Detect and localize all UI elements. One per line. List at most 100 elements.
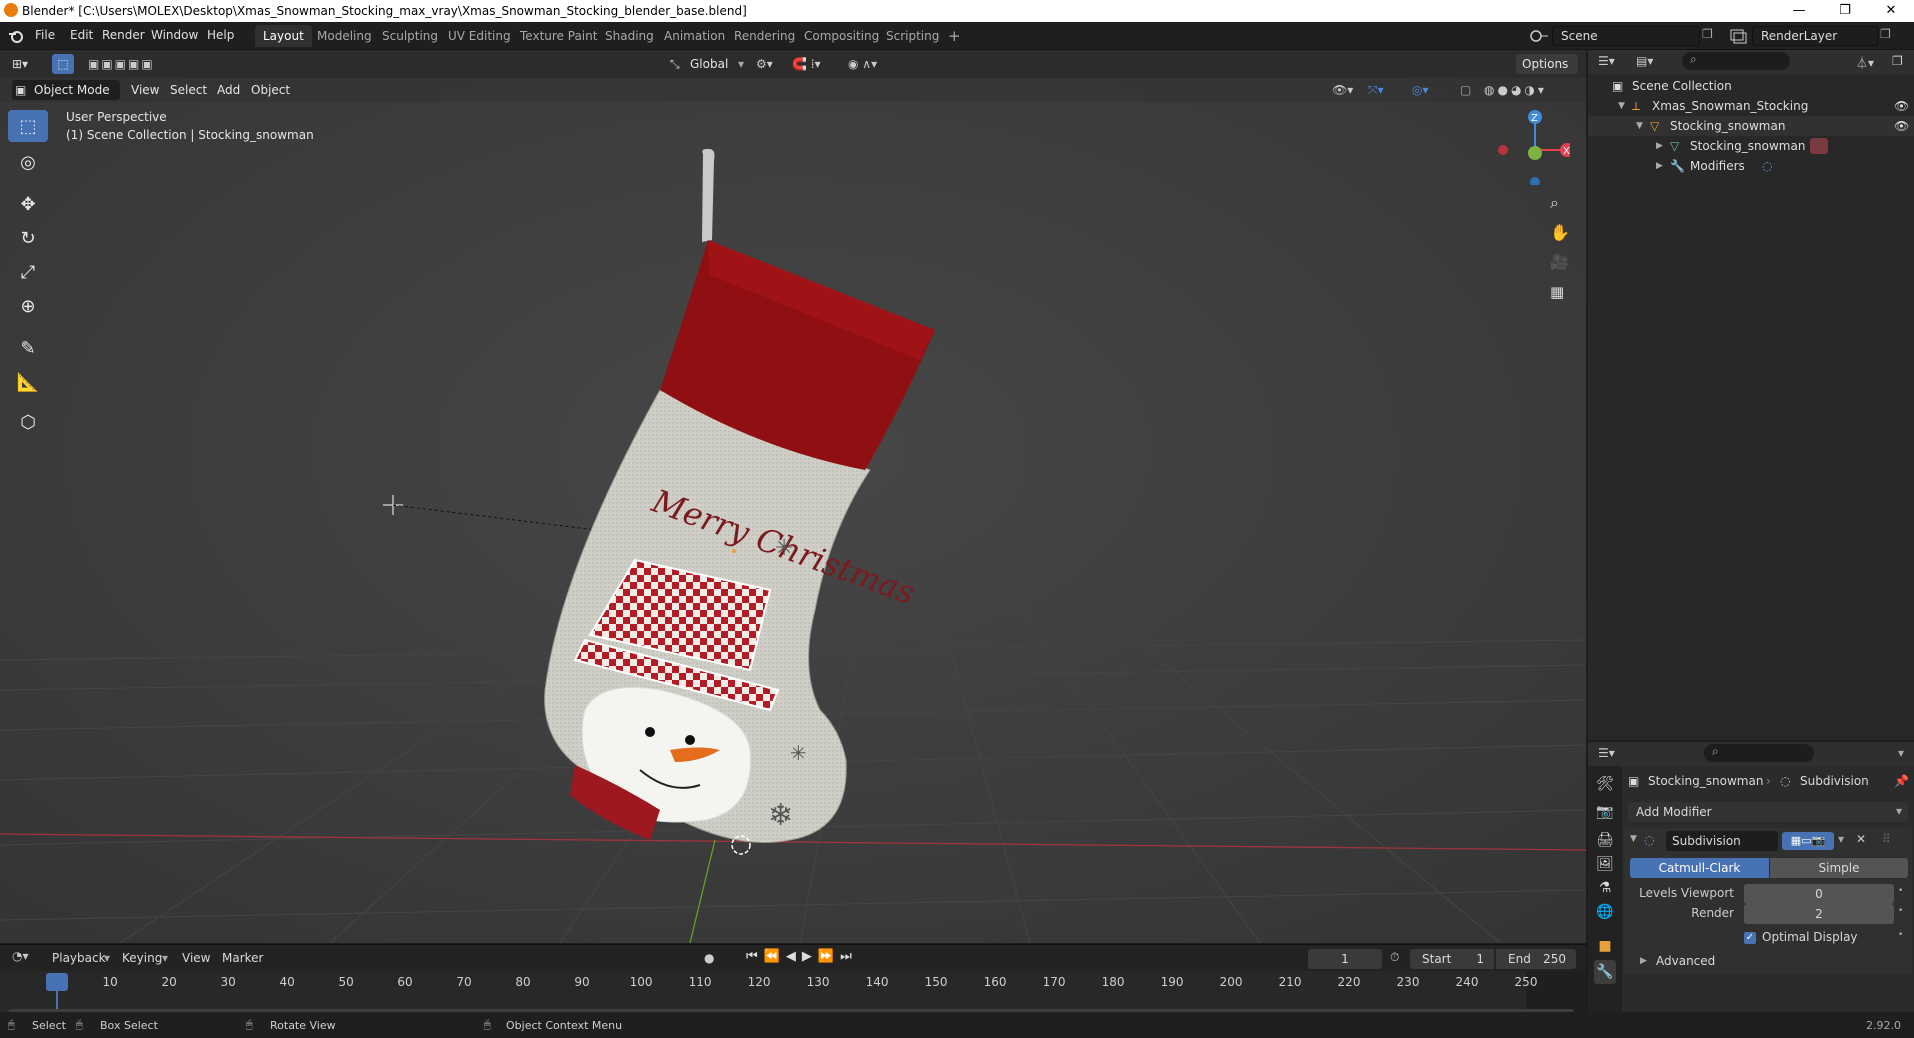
viewport-menu-object[interactable]: Object (251, 80, 290, 100)
gizmo-toggle-icon[interactable]: ⤧▾ (1368, 80, 1384, 100)
pin-icon[interactable]: 📌 (1894, 774, 1909, 788)
gizmo-neg-z[interactable] (1530, 177, 1540, 185)
tab-animation[interactable]: Animation (656, 25, 733, 47)
stopwatch-icon[interactable]: ⏱ (1390, 950, 1399, 965)
keyframe-dot-icon[interactable]: • (1898, 886, 1903, 896)
optimal-display-checkbox[interactable]: ✓ (1744, 932, 1756, 944)
move-tool-icon[interactable]: ✥ (8, 188, 48, 220)
scene-tab-icon[interactable]: ⚗ (1594, 876, 1616, 900)
outliner-editor-type-icon[interactable]: ☰▾ (1598, 54, 1615, 68)
simple-button[interactable]: Simple (1770, 858, 1908, 878)
menu-help[interactable]: Help (207, 28, 234, 42)
chevron-down-icon[interactable]: ▾ (1896, 804, 1902, 818)
render-tab-icon[interactable]: 📷 (1594, 800, 1616, 824)
render-layer-selector[interactable]: RenderLayer (1752, 26, 1878, 46)
viewport-menu-select[interactable]: Select (170, 80, 207, 100)
tab-rendering[interactable]: Rendering (726, 25, 803, 47)
expand-arrow-icon[interactable]: ▼ (1618, 96, 1625, 116)
snap-icon[interactable]: 🧲 ⁞▾ (792, 54, 821, 74)
chevron-down-icon[interactable]: ▾ (162, 951, 168, 965)
tab-modeling[interactable]: Modeling (309, 25, 380, 47)
options-dropdown[interactable]: Options (1516, 54, 1578, 74)
expand-arrow-icon[interactable]: ▶ (1656, 156, 1663, 176)
close-window-button[interactable]: ✕ (1868, 0, 1914, 22)
menu-render[interactable]: Render (102, 28, 145, 42)
filter-icon[interactable]: ⏃▾ (1856, 54, 1874, 71)
new-render-layer-icon[interactable]: ❐ (1880, 27, 1891, 41)
modifier-dropdown-icon[interactable]: ▾ (1838, 832, 1844, 846)
camera-view-icon[interactable]: 🎥 (1550, 253, 1569, 271)
modifier-visibility-toggles-icon[interactable]: ▦▭📷 (1782, 832, 1834, 850)
keyframe-dot-icon[interactable]: • (1898, 906, 1903, 916)
tab-texture-paint[interactable]: Texture Paint (512, 25, 605, 47)
playhead[interactable] (46, 973, 68, 991)
advanced-subpanel-header[interactable]: Advanced (1656, 954, 1715, 968)
3d-viewport[interactable]: Merry Christmas ✳ ✳ ❄ User Perspective (… (0, 50, 1586, 943)
selection-mode-icons[interactable]: ▣▣▣▣▣ (88, 54, 155, 74)
tab-layout[interactable]: Layout (255, 25, 312, 47)
eye-visibility-icon[interactable]: 👁 (1894, 116, 1909, 136)
current-frame-field[interactable]: 1 (1308, 949, 1382, 969)
new-scene-icon[interactable]: ❐ (1702, 27, 1713, 41)
transform-tool-icon[interactable]: ⊕ (8, 290, 48, 322)
viewport-menu-add[interactable]: Add (217, 80, 240, 100)
outliner-row-mesh-data[interactable]: ▶ ▽ Stocking_snowman (1588, 136, 1914, 156)
tab-shading[interactable]: Shading (597, 25, 662, 47)
pan-hand-icon[interactable]: ✋ (1550, 223, 1570, 242)
chevron-down-icon[interactable]: ▾ (738, 54, 744, 74)
record-keyframe-icon[interactable]: ● (704, 951, 714, 965)
blender-menu-icon[interactable] (8, 28, 24, 44)
outliner-row-collection[interactable]: ▼ ⟂ Xmas_Snowman_Stocking 👁 (1588, 96, 1914, 116)
measure-tool-icon[interactable]: 📐 (8, 366, 48, 398)
zoom-icon[interactable]: ⌕ (1550, 193, 1559, 213)
pivot-point-icon[interactable]: ⚙▾ (756, 54, 773, 74)
menu-file[interactable]: File (35, 28, 55, 42)
display-mode-icon[interactable]: ▤▾ (1636, 54, 1653, 68)
outliner-row-modifiers[interactable]: ▶ 🔧 Modifiers ◌ (1588, 156, 1914, 176)
timeline-menu-view[interactable]: View (182, 951, 210, 965)
object-tab-icon[interactable]: ■ (1594, 934, 1616, 958)
editor-type-icon[interactable]: ⊞▾ (12, 54, 28, 74)
navigation-gizmo[interactable]: Z X Y (1490, 105, 1570, 185)
timeline-menu-playback[interactable]: Playback (52, 951, 106, 965)
cursor-tool-icon[interactable]: ◎ (8, 146, 48, 178)
tool-settings-tab-icon[interactable]: 🛠 (1594, 772, 1616, 796)
end-frame-field[interactable]: End 250 (1496, 949, 1576, 969)
modifier-name-field[interactable]: Subdivision (1666, 831, 1778, 851)
catmull-clark-button[interactable]: Catmull-Clark (1630, 858, 1769, 878)
properties-search-input[interactable]: ⌕ (1704, 744, 1814, 762)
expand-arrow-icon[interactable]: ▼ (1636, 116, 1643, 136)
rotate-tool-icon[interactable]: ↻ (8, 222, 48, 254)
expand-arrow-icon[interactable]: ▶ (1656, 136, 1663, 156)
new-collection-icon[interactable]: ❐ (1892, 54, 1903, 68)
shading-mode-icons[interactable]: ◍●◕◑▾ (1484, 80, 1547, 100)
scale-tool-icon[interactable]: ⤢ (8, 256, 48, 288)
gizmo-neg-x[interactable] (1498, 145, 1508, 155)
drag-handle-icon[interactable]: ⠿ (1882, 832, 1891, 846)
viewport-menu-view[interactable]: View (131, 80, 159, 100)
outliner-row-scene-collection[interactable]: ▣ Scene Collection (1588, 76, 1914, 96)
tab-sculpting[interactable]: Sculpting (374, 25, 446, 47)
timeline-menu-keying[interactable]: Keying (122, 951, 162, 965)
output-tab-icon[interactable]: 🖨 (1594, 828, 1616, 852)
start-frame-field[interactable]: Start 1 (1410, 949, 1494, 969)
world-tab-icon[interactable]: 🌐 (1594, 900, 1616, 924)
playback-controls[interactable]: ⏮⏪◀▶⏩⏭ (746, 949, 858, 964)
timeline-editor-type-icon[interactable]: ◔▾ (12, 949, 29, 963)
tab-uv-editing[interactable]: UV Editing (440, 25, 519, 47)
xray-toggle-icon[interactable]: ▢ (1460, 80, 1471, 100)
outliner-row-stocking-object[interactable]: ▼ ▽ Stocking_snowman 👁 (1588, 116, 1914, 136)
levels-viewport-field[interactable]: 0 (1744, 884, 1894, 904)
tab-compositing[interactable]: Compositing (796, 25, 887, 47)
select-box-tool-icon[interactable]: ⬚ (8, 110, 48, 142)
outliner-search-input[interactable]: ⌕ (1682, 52, 1790, 70)
keyframe-dot-icon[interactable]: • (1898, 930, 1903, 940)
collapse-arrow-icon[interactable]: ▼ (1630, 834, 1637, 844)
menu-edit[interactable]: Edit (70, 28, 93, 42)
maximize-button[interactable]: ❐ (1822, 0, 1868, 22)
overlay-toggle-icon[interactable]: ◎▾ (1412, 80, 1429, 100)
properties-editor-type-icon[interactable]: ☰▾ (1598, 746, 1615, 760)
timeline-menu-marker[interactable]: Marker (222, 951, 263, 965)
visibility-icon[interactable]: 👁▾ (1332, 80, 1353, 100)
chevron-down-icon[interactable]: ▾ (104, 951, 110, 965)
